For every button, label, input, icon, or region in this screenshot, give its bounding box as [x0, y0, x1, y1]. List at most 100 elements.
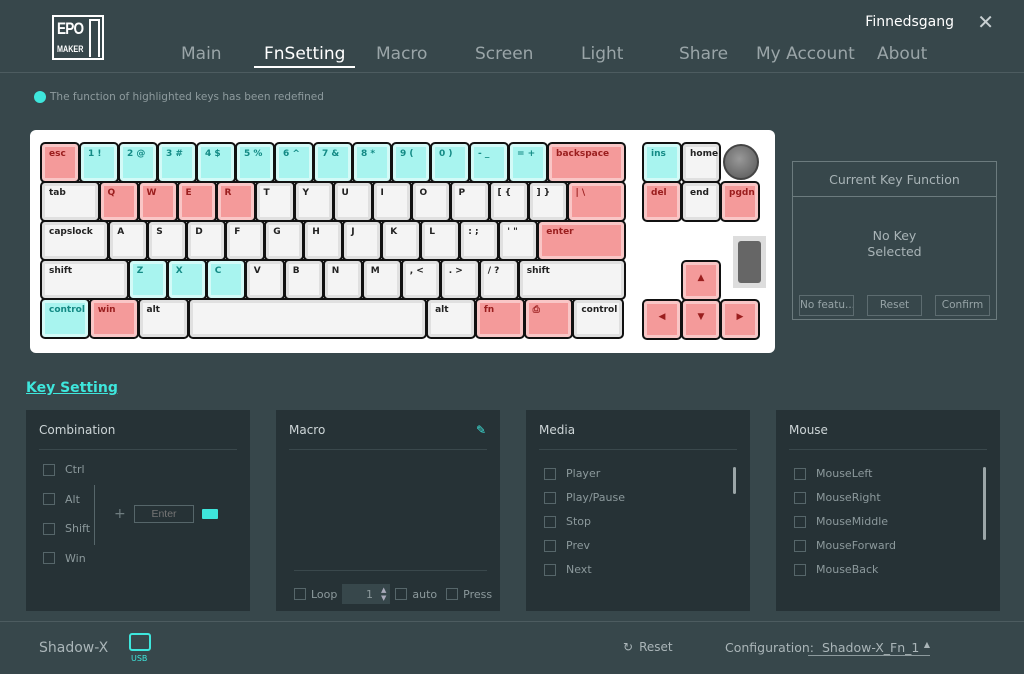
key[interactable]: G — [264, 220, 305, 261]
checkbox[interactable] — [43, 552, 55, 564]
list-item[interactable]: Alt — [43, 493, 80, 506]
list-item[interactable]: Player — [544, 467, 600, 480]
tab-about[interactable]: About — [877, 44, 927, 64]
key[interactable]: fn — [474, 298, 525, 339]
key[interactable]: ◀ — [642, 299, 682, 340]
keyboard-icon[interactable] — [202, 509, 218, 519]
key[interactable]: 2 @ — [118, 142, 158, 183]
no-feature-button[interactable]: No featu... — [799, 295, 854, 316]
key[interactable]: esc — [40, 142, 80, 183]
edit-pencil-icon[interactable]: ✎ — [476, 423, 486, 437]
close-icon[interactable]: ✕ — [977, 10, 994, 34]
key[interactable]: [ { — [488, 181, 529, 222]
key[interactable]: ins — [642, 142, 682, 183]
key[interactable]: ' " — [498, 220, 539, 261]
key[interactable]: R — [215, 181, 256, 222]
press-checkbox[interactable] — [446, 588, 459, 600]
slider-switch[interactable] — [733, 236, 766, 288]
key[interactable]: F — [225, 220, 266, 261]
key[interactable]: N — [322, 259, 363, 300]
checkbox[interactable] — [43, 522, 55, 535]
key[interactable]: B — [283, 259, 324, 300]
scrollbar[interactable] — [983, 467, 986, 540]
key[interactable]: Q — [98, 181, 139, 222]
key[interactable]: J — [342, 220, 383, 261]
confirm-button[interactable]: Confirm — [935, 295, 990, 316]
checkbox[interactable] — [544, 467, 556, 480]
checkbox[interactable] — [794, 563, 806, 576]
checkbox[interactable] — [544, 563, 556, 576]
key[interactable]: win — [88, 298, 139, 339]
key[interactable]: control — [572, 298, 625, 339]
list-item[interactable]: Win — [43, 552, 86, 565]
tab-light[interactable]: Light — [581, 44, 623, 64]
key[interactable]: ] } — [527, 181, 568, 222]
key[interactable]: H — [303, 220, 344, 261]
list-item[interactable]: Shift — [43, 522, 90, 535]
list-item[interactable]: Stop — [544, 515, 591, 528]
key-input[interactable] — [134, 505, 194, 523]
list-item[interactable]: MouseMiddle — [794, 515, 888, 528]
checkbox[interactable] — [43, 463, 55, 476]
list-item[interactable]: MouseRight — [794, 491, 881, 504]
key[interactable]: alt — [426, 298, 476, 339]
key[interactable]: A — [108, 220, 149, 261]
tab-main[interactable]: Main — [181, 44, 222, 64]
reset-button[interactable]: Reset — [867, 295, 922, 316]
key[interactable]: U — [332, 181, 373, 222]
list-item[interactable]: Next — [544, 563, 592, 576]
tab-share[interactable]: Share — [679, 44, 728, 64]
key[interactable]: capslock — [39, 220, 110, 261]
key[interactable]: . > — [439, 259, 480, 300]
key[interactable]: T — [254, 181, 295, 222]
key[interactable]: 0 ) — [430, 142, 470, 183]
checkbox[interactable] — [794, 539, 806, 552]
checkbox[interactable] — [794, 467, 806, 480]
key[interactable]: 6 ^ — [274, 142, 314, 183]
knob[interactable] — [723, 144, 759, 180]
key[interactable]: Y — [293, 181, 334, 222]
key[interactable]: ⎙ — [523, 298, 574, 339]
key[interactable]: Z — [127, 259, 168, 300]
key[interactable]: W — [137, 181, 178, 222]
key[interactable]: pgdn — [720, 181, 760, 222]
loop-checkbox[interactable] — [294, 588, 306, 600]
key[interactable]: shift — [40, 259, 129, 300]
key[interactable]: ▼ — [681, 299, 721, 340]
key[interactable]: 3 # — [157, 142, 197, 183]
key[interactable]: tab — [40, 181, 100, 222]
checkbox[interactable] — [43, 493, 55, 505]
key[interactable]: O — [410, 181, 451, 222]
configuration-select[interactable]: Shadow-X_Fn_1 ▲ — [808, 640, 930, 656]
key[interactable]: home — [681, 142, 721, 183]
key[interactable]: D — [186, 220, 227, 261]
key[interactable]: 5 % — [235, 142, 275, 183]
checkbox[interactable] — [544, 515, 556, 528]
key[interactable]: : ; — [459, 220, 500, 261]
key[interactable]: , < — [400, 259, 441, 300]
key[interactable]: P — [449, 181, 490, 222]
list-item[interactable]: Play/Pause — [544, 491, 625, 504]
checkbox[interactable] — [794, 491, 806, 504]
scrollbar[interactable] — [733, 467, 736, 494]
key[interactable]: X — [166, 259, 207, 300]
key[interactable]: 7 & — [313, 142, 353, 183]
checkbox[interactable] — [544, 491, 556, 504]
tab-fnsetting[interactable]: FnSetting — [254, 44, 356, 68]
key[interactable]: end — [681, 181, 721, 222]
tab-macro[interactable]: Macro — [376, 44, 427, 64]
auto-checkbox[interactable] — [395, 588, 408, 600]
key[interactable]: del — [642, 181, 682, 222]
list-item[interactable]: MouseForward — [794, 539, 896, 552]
key[interactable]: V — [244, 259, 285, 300]
key[interactable]: K — [381, 220, 422, 261]
key[interactable]: = + — [508, 142, 548, 183]
tab-screen[interactable]: Screen — [475, 44, 533, 64]
key[interactable]: 9 ( — [391, 142, 431, 183]
key[interactable]: S — [147, 220, 188, 261]
key[interactable]: ▲ — [681, 260, 721, 301]
key[interactable]: shift — [517, 259, 627, 300]
key[interactable]: C — [205, 259, 246, 300]
key[interactable]: 8 * — [352, 142, 392, 183]
key[interactable]: backspace — [547, 142, 626, 183]
